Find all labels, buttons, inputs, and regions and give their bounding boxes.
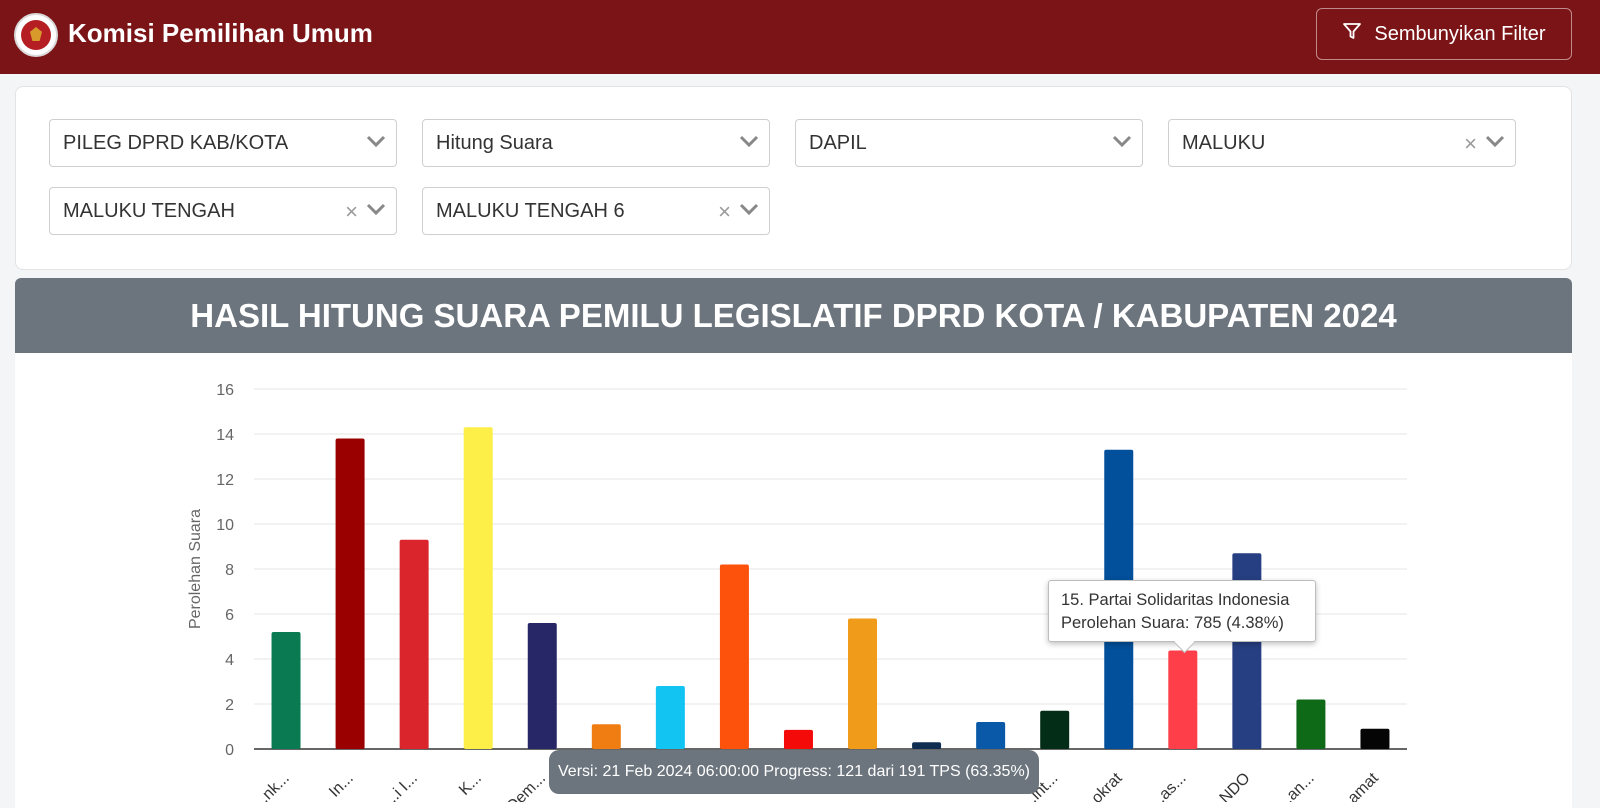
x-tick-label: ...as... — [1147, 770, 1190, 802]
x-tick-label: Dem... — [504, 770, 549, 802]
bar — [783, 729, 813, 749]
bar — [399, 539, 429, 749]
x-tick-label: ...okrat — [1079, 769, 1126, 802]
bar — [271, 632, 301, 749]
y-axis-label: Perolehan Suara — [187, 509, 204, 629]
chart-tooltip: 15. Partai Solidaritas Indonesia Peroleh… — [1048, 580, 1316, 642]
bar — [335, 438, 365, 749]
x-tick-label: ...i I... — [381, 770, 421, 802]
y-tick-label: 12 — [216, 472, 234, 489]
bar — [1360, 728, 1390, 749]
tooltip-party-name: 15. Partai Solidaritas Indonesia — [1061, 591, 1290, 609]
bar — [848, 618, 878, 749]
bar — [912, 742, 942, 749]
bar — [1040, 710, 1070, 749]
y-tick-label: 4 — [225, 652, 234, 669]
y-tick-label: 2 — [225, 697, 234, 714]
x-tick-label: In... — [326, 770, 357, 801]
x-tick-label: K... — [456, 770, 485, 799]
y-tick-label: 10 — [216, 517, 234, 534]
x-tick-label: ...nk... — [250, 770, 293, 802]
bar — [1296, 699, 1326, 749]
y-tick-label: 6 — [225, 607, 234, 624]
x-tick-label: ...NDO — [1207, 770, 1254, 802]
y-tick-label: 16 — [216, 382, 234, 399]
x-tick-label: ...an... — [1274, 770, 1317, 802]
bar — [976, 722, 1006, 749]
tooltip-votes: Perolehan Suara: 785 (4.38%) — [1061, 614, 1284, 632]
y-tick-label: 0 — [225, 742, 234, 759]
bar — [719, 564, 749, 749]
version-progress-badge: Versi: 21 Feb 2024 06:00:00 Progress: 12… — [549, 750, 1039, 794]
vote-bar-chart: 0 2 4 6 8 10 12 14 16 Perolehan Suara ...nk... In..… — [187, 382, 1407, 802]
x-tick-label: ...amat — [1335, 769, 1382, 802]
bar — [527, 623, 557, 749]
y-tick-label: 14 — [216, 427, 234, 444]
bar — [591, 724, 621, 749]
bar — [655, 686, 685, 749]
bar — [1168, 650, 1198, 749]
y-tick-label: 8 — [225, 562, 234, 579]
bar — [463, 427, 493, 749]
